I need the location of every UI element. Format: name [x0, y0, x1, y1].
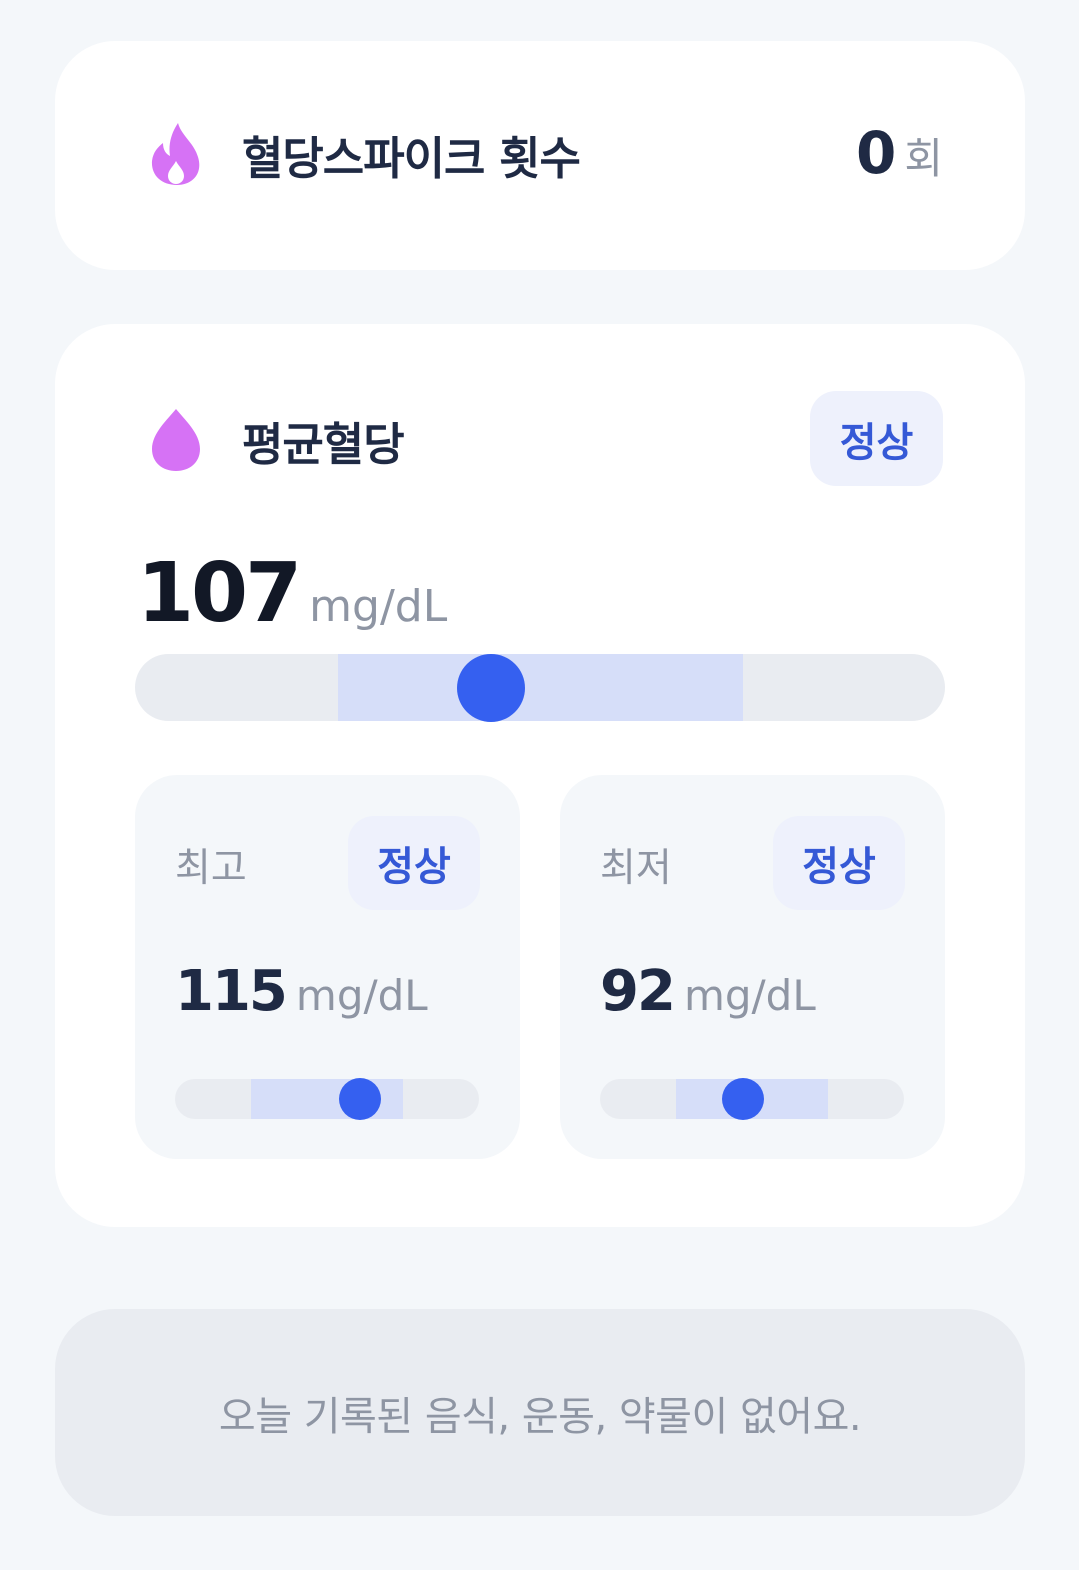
min-gauge-track [600, 1078, 904, 1120]
spike-count-card[interactable]: 혈당스파이크 횟수 0 회 [55, 41, 1025, 270]
spike-unit: 회 [904, 134, 943, 183]
max-unit: mg/dL [295, 971, 428, 1020]
spike-title-row: 혈당스파이크 횟수 [148, 121, 581, 187]
min-status-badge: 정상 [773, 816, 905, 910]
average-title-row: 평균혈당 [148, 407, 405, 473]
average-unit: mg/dL [309, 581, 448, 632]
drop-icon [152, 409, 200, 471]
max-value: 115 mg/dL [175, 959, 428, 1024]
max-label: 최고 [175, 846, 247, 891]
max-gauge-track [175, 1078, 479, 1120]
average-value: 107 mg/dL [137, 546, 447, 641]
average-number: 107 [137, 546, 302, 641]
min-number: 92 [600, 959, 676, 1024]
min-unit: mg/dL [683, 971, 816, 1020]
spike-value: 0 회 [856, 119, 943, 187]
average-gauge-marker [457, 653, 526, 722]
empty-records-note: 오늘 기록된 음식, 운동, 약물이 없어요. [55, 1309, 1025, 1516]
average-normal-range [337, 654, 743, 721]
max-status-badge: 정상 [348, 816, 480, 910]
min-glucose-card[interactable]: 최저 정상 92 mg/dL [560, 775, 945, 1159]
spike-title: 혈당스파이크 횟수 [242, 131, 581, 185]
spike-count: 0 [856, 119, 897, 187]
min-label: 최저 [600, 846, 672, 891]
max-glucose-card[interactable]: 최고 정상 115 mg/dL [135, 775, 520, 1159]
average-gauge-track [135, 653, 945, 722]
max-number: 115 [175, 959, 288, 1024]
empty-records-text: 오늘 기록된 음식, 운동, 약물이 없어요. [218, 1393, 862, 1440]
flame-icon [151, 123, 200, 185]
min-gauge-marker [721, 1078, 764, 1120]
average-glucose-card[interactable]: 평균혈당 정상 107 mg/dL 최고 정상 115 mg/dL 최저 정상 … [55, 324, 1025, 1227]
average-status-badge: 정상 [810, 391, 943, 486]
average-title: 평균혈당 [242, 417, 405, 471]
min-value: 92 mg/dL [600, 959, 816, 1024]
